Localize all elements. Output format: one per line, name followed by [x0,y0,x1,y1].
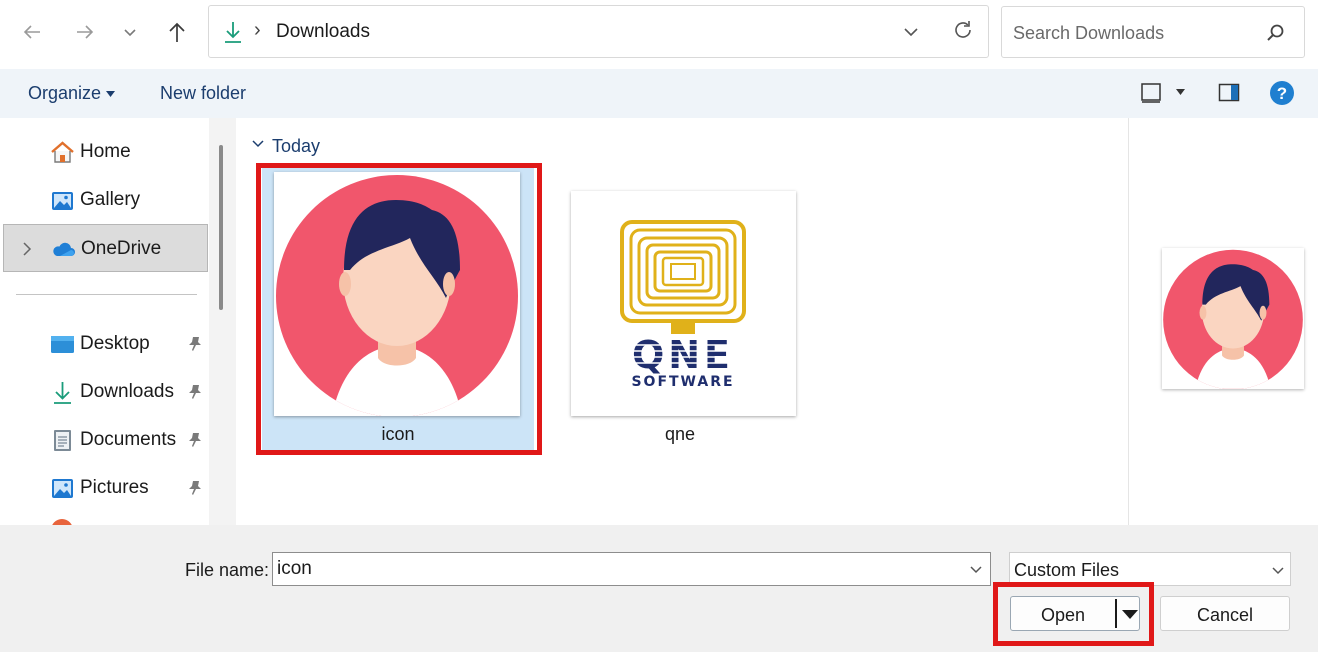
file-thumbnail: QNE SOFTWARE [571,191,796,416]
cancel-button-label: Cancel [1196,605,1254,625]
chevron-down-icon [1272,567,1284,575]
navigation-pane: Home Gallery OneDrive Desktop Downloads … [0,118,230,525]
downloads-arrow-icon [225,22,241,43]
cancel-button[interactable]: Cancel [1160,596,1290,631]
address-history-chevron-icon[interactable] [902,23,920,41]
sidebar-item-onedrive[interactable]: OneDrive [3,224,208,272]
sidebar-divider [16,294,197,295]
organize-menu[interactable]: Organize [28,83,101,104]
selection-highlight-box [256,163,542,455]
view-dropdown-icon[interactable] [1176,89,1185,95]
help-icon[interactable]: ? [1269,80,1295,106]
avatar-preview-icon [1163,249,1303,389]
svg-text:?: ? [1277,84,1287,103]
sidebar-item-label: OneDrive [81,238,162,259]
search-input[interactable]: Search Downloads [1013,23,1164,44]
sidebar-item-label: Documents [80,429,177,450]
sidebar-item-label: Gallery [80,189,141,210]
sidebar-item-label: Pictures [80,477,149,498]
search-box[interactable]: Search Downloads [1001,6,1305,58]
file-item-qne[interactable]: QNE SOFTWARE qne [571,188,797,450]
address-bar[interactable]: › Downloads [208,5,989,58]
breadcrumb-downloads[interactable]: Downloads [276,21,370,43]
documents-icon [54,430,71,451]
sidebar-item-gallery[interactable]: Gallery [0,176,208,224]
search-icon[interactable] [1265,23,1285,43]
back-button[interactable] [14,14,50,50]
sidebar-item-pictures[interactable]: Pictures [0,464,208,512]
preview-image [1162,248,1304,389]
file-type-value: Custom Files [1014,560,1120,580]
sidebar-item-label: Home [80,141,131,162]
file-type-select[interactable]: Custom Files [1009,552,1291,586]
command-bar: Organize New folder ? [0,69,1318,118]
group-header-today[interactable]: Today [272,136,320,157]
open-button-highlight-box [993,582,1154,646]
scrollbar-thumb[interactable] [219,145,223,310]
sidebar-item-documents[interactable]: Documents [0,416,208,464]
pin-icon [189,337,201,351]
gallery-icon [52,192,73,210]
file-name-label: File name: [185,560,270,580]
forward-arrow-icon [77,25,94,39]
sidebar-item-downloads[interactable]: Downloads [0,368,208,416]
file-name-history-chevron-icon[interactable] [968,561,984,577]
view-options-icon[interactable] [1140,82,1162,104]
pictures-icon [52,479,73,498]
expand-chevron-icon[interactable] [22,242,32,256]
recent-locations-button[interactable] [112,14,148,50]
desktop-icon [51,336,74,353]
downloads-icon [54,382,71,404]
pin-icon [189,433,201,447]
cloud-icon [53,242,75,256]
sidebar-item-label: Desktop [80,333,150,354]
back-arrow-icon [23,25,40,39]
forward-button[interactable] [67,14,103,50]
sidebar-item-desktop[interactable]: Desktop [0,320,208,368]
up-button[interactable] [159,14,195,50]
preview-pane-icon[interactable] [1218,82,1240,104]
group-collapse-chevron-icon[interactable] [252,138,264,150]
new-folder-button[interactable]: New folder [160,83,246,104]
chevron-down-icon [124,29,136,37]
sidebar-item-label: Downloads [80,381,174,402]
file-name-input[interactable] [272,552,991,586]
pin-icon [189,385,201,399]
up-arrow-icon [169,22,185,42]
refresh-icon[interactable] [952,19,974,41]
file-name-label: qne [664,424,696,444]
qne-logo-subtext: SOFTWARE [631,374,734,390]
breadcrumb-separator: › [254,19,261,41]
qne-logo-text: QNE [632,333,734,377]
qne-logo-icon: QNE SOFTWARE [619,220,749,390]
navigation-bar: › Downloads Search Downloads [0,0,1318,66]
preview-pane [1128,118,1318,525]
organize-dropdown-icon [106,91,115,97]
pin-icon [189,481,201,495]
sidebar-item-home[interactable]: Home [0,128,208,176]
home-icon [51,141,74,163]
